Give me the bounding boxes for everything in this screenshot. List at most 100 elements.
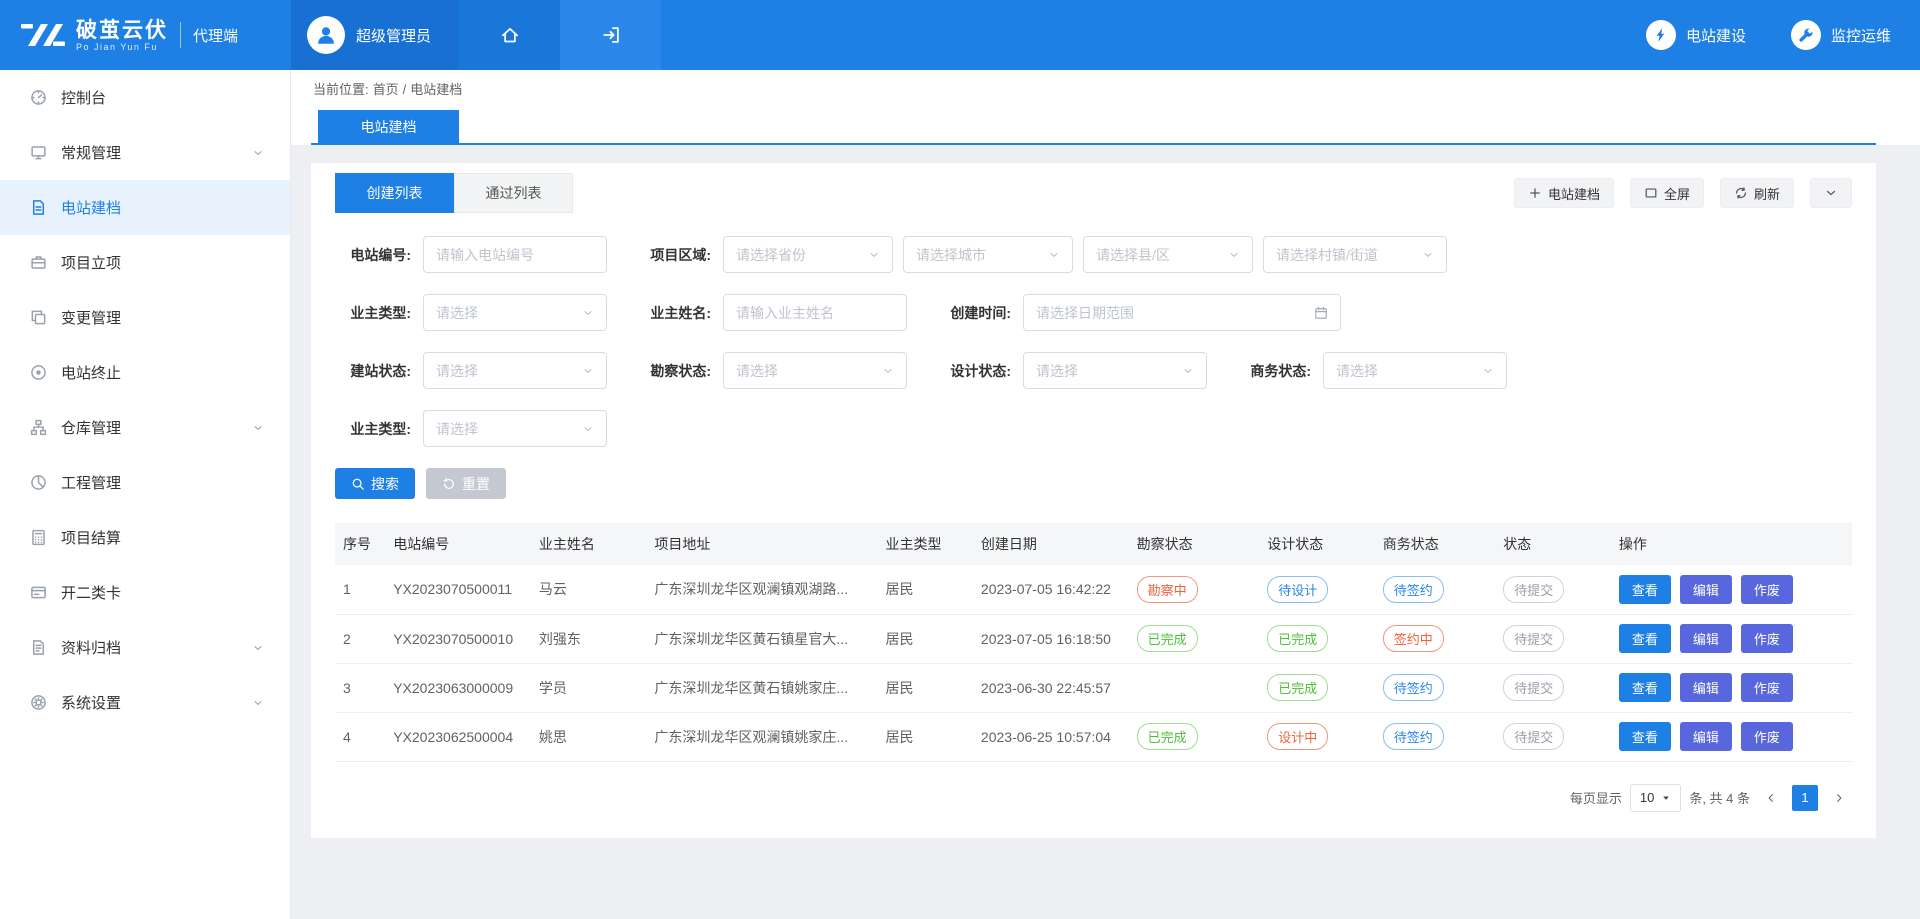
page-number-1[interactable]: 1	[1792, 785, 1818, 811]
pie-chart-icon	[30, 474, 47, 491]
card-icon	[30, 584, 47, 601]
view-button[interactable]: 查看	[1619, 575, 1671, 604]
plus-icon	[1528, 186, 1542, 200]
edit-button[interactable]: 编辑	[1680, 673, 1732, 702]
filter-label: 创建时间:	[935, 303, 1011, 323]
edit-button[interactable]: 编辑	[1680, 624, 1732, 653]
breadcrumb-home-link[interactable]: 首页	[373, 82, 399, 97]
sidebar-item-second-class-card[interactable]: 开二类卡	[0, 565, 290, 620]
column-header: 勘察状态	[1129, 523, 1260, 565]
collapse-button[interactable]	[1810, 178, 1852, 208]
next-page-button[interactable]	[1826, 785, 1852, 811]
breadcrumb-prefix: 当前位置:	[313, 82, 369, 97]
void-button[interactable]: 作废	[1741, 673, 1793, 702]
tab-passed-list[interactable]: 通过列表	[454, 173, 573, 213]
status-badge: 待签约	[1383, 674, 1444, 701]
cell-design-status: 已完成	[1259, 614, 1375, 663]
edit-button[interactable]: 编辑	[1680, 722, 1732, 751]
toolbar-button-label: 刷新	[1754, 184, 1780, 203]
filter-select-0-3[interactable]: 请选择县/区	[1083, 236, 1253, 273]
view-button[interactable]: 查看	[1619, 624, 1671, 653]
copy-icon	[30, 309, 47, 326]
filter-select-0-1[interactable]: 请选择省份	[723, 236, 893, 273]
sidebar-item-warehouse-management[interactable]: 仓库管理	[0, 400, 290, 455]
filter-select-0-4[interactable]: 请选择村镇/街道	[1263, 236, 1447, 273]
view-button[interactable]: 查看	[1619, 673, 1671, 702]
void-button[interactable]: 作废	[1741, 575, 1793, 604]
cell-owner-name: 姚思	[531, 712, 647, 761]
filter-select-2-3[interactable]: 请选择	[1323, 352, 1507, 389]
chevron-down-icon	[252, 147, 264, 159]
page-tab[interactable]: 电站建档	[318, 110, 459, 143]
fullscreen-button[interactable]: 全屏	[1630, 178, 1704, 208]
refresh-button[interactable]: 刷新	[1720, 178, 1794, 208]
lightning-icon	[1646, 20, 1676, 50]
create-station-button[interactable]: 电站建档	[1514, 178, 1614, 208]
chevron-down-icon	[252, 422, 264, 434]
filter-select-2-2[interactable]: 请选择	[1023, 352, 1207, 389]
chevron-down-icon	[252, 642, 264, 654]
status-badge: 设计中	[1267, 723, 1328, 750]
filter-daterange-1-2[interactable]: 请选择日期范围	[1023, 294, 1341, 331]
sidebar-item-project-settlement[interactable]: 项目结算	[0, 510, 290, 565]
cell-created-at: 2023-07-05 16:42:22	[973, 565, 1129, 614]
sidebar-item-station-termination[interactable]: 电站终止	[0, 345, 290, 400]
module-monitoring-ops[interactable]: 监控运维	[1791, 20, 1891, 50]
void-button[interactable]: 作废	[1741, 624, 1793, 653]
sidebar-item-system-settings[interactable]: 系统设置	[0, 675, 290, 730]
filter-input-1-1[interactable]	[723, 294, 907, 331]
filter-select-2-1[interactable]: 请选择	[723, 352, 907, 389]
sidebar-item-data-archive[interactable]: 资料归档	[0, 620, 290, 675]
status-badge: 勘察中	[1137, 576, 1198, 603]
cell-address: 广东深圳龙华区观澜镇观湖路...	[646, 565, 877, 614]
sidebar-item-general-management[interactable]: 常规管理	[0, 125, 290, 180]
filter-select-0-2[interactable]: 请选择城市	[903, 236, 1073, 273]
breadcrumb-strip: 当前位置:首页/电站建档 电站建档	[291, 70, 1920, 145]
sidebar-item-engineering-management[interactable]: 工程管理	[0, 455, 290, 510]
sidebar-item-label: 电站建档	[61, 197, 121, 218]
select-placeholder: 请选择城市	[916, 245, 986, 265]
void-button[interactable]: 作废	[1741, 722, 1793, 751]
filter-label: 业主类型:	[335, 419, 411, 439]
filter-input-0-0[interactable]	[423, 236, 607, 273]
chevron-down-icon	[1182, 365, 1194, 377]
view-button[interactable]: 查看	[1619, 722, 1671, 751]
lightning-glyph	[1653, 27, 1669, 43]
toolbar-button-label: 全屏	[1664, 184, 1690, 203]
filter-select-2-0[interactable]: 请选择	[423, 352, 607, 389]
filter-select-3-0[interactable]: 请选择	[423, 410, 607, 447]
cell-address: 广东深圳龙华区黄石镇姚家庄...	[646, 663, 877, 712]
sidebar-item-station-archive[interactable]: 电站建档	[0, 180, 290, 235]
cell-owner-name: 刘强东	[531, 614, 647, 663]
cell-status-status: 待提交	[1495, 663, 1611, 712]
cell-actions: 查看编辑作废	[1611, 712, 1852, 761]
filter-label: 电站编号:	[335, 245, 411, 265]
sidebar-item-change-management[interactable]: 变更管理	[0, 290, 290, 345]
cell-status-status: 待提交	[1495, 614, 1611, 663]
gear-icon	[30, 694, 47, 711]
sidebar-menu: 控制台常规管理电站建档项目立项变更管理电站终止仓库管理工程管理项目结算开二类卡资…	[0, 70, 291, 919]
edit-button[interactable]: 编辑	[1680, 575, 1732, 604]
select-placeholder: 请选择村镇/街道	[1276, 245, 1378, 265]
per-page-select[interactable]: 10	[1630, 784, 1681, 812]
wrench-glyph	[1798, 27, 1814, 43]
search-button[interactable]: 搜索	[335, 468, 415, 499]
sidebar-item-project-initiation[interactable]: 项目立项	[0, 235, 290, 290]
user-menu[interactable]: 超级管理员	[291, 0, 459, 70]
module-station-construction[interactable]: 电站建设	[1646, 20, 1746, 50]
home-button[interactable]	[459, 0, 560, 70]
select-placeholder: 请选择	[436, 303, 478, 323]
prev-page-button[interactable]	[1758, 785, 1784, 811]
reset-button[interactable]: 重置	[426, 468, 506, 499]
wrench-icon	[1791, 20, 1821, 50]
sidebar-item-console[interactable]: 控制台	[0, 70, 290, 125]
cell-business-status: 待签约	[1375, 565, 1496, 614]
cell-survey-status: 已完成	[1129, 712, 1260, 761]
chevron-down-icon	[1482, 365, 1494, 377]
logout-button[interactable]	[560, 0, 661, 70]
filter-label: 商务状态:	[1235, 361, 1311, 381]
tab-create-list[interactable]: 创建列表	[335, 173, 454, 213]
filter-select-1-0[interactable]: 请选择	[423, 294, 607, 331]
header-modules: 电站建设 监控运维	[1646, 0, 1891, 70]
fullscreen-icon	[1644, 186, 1658, 200]
